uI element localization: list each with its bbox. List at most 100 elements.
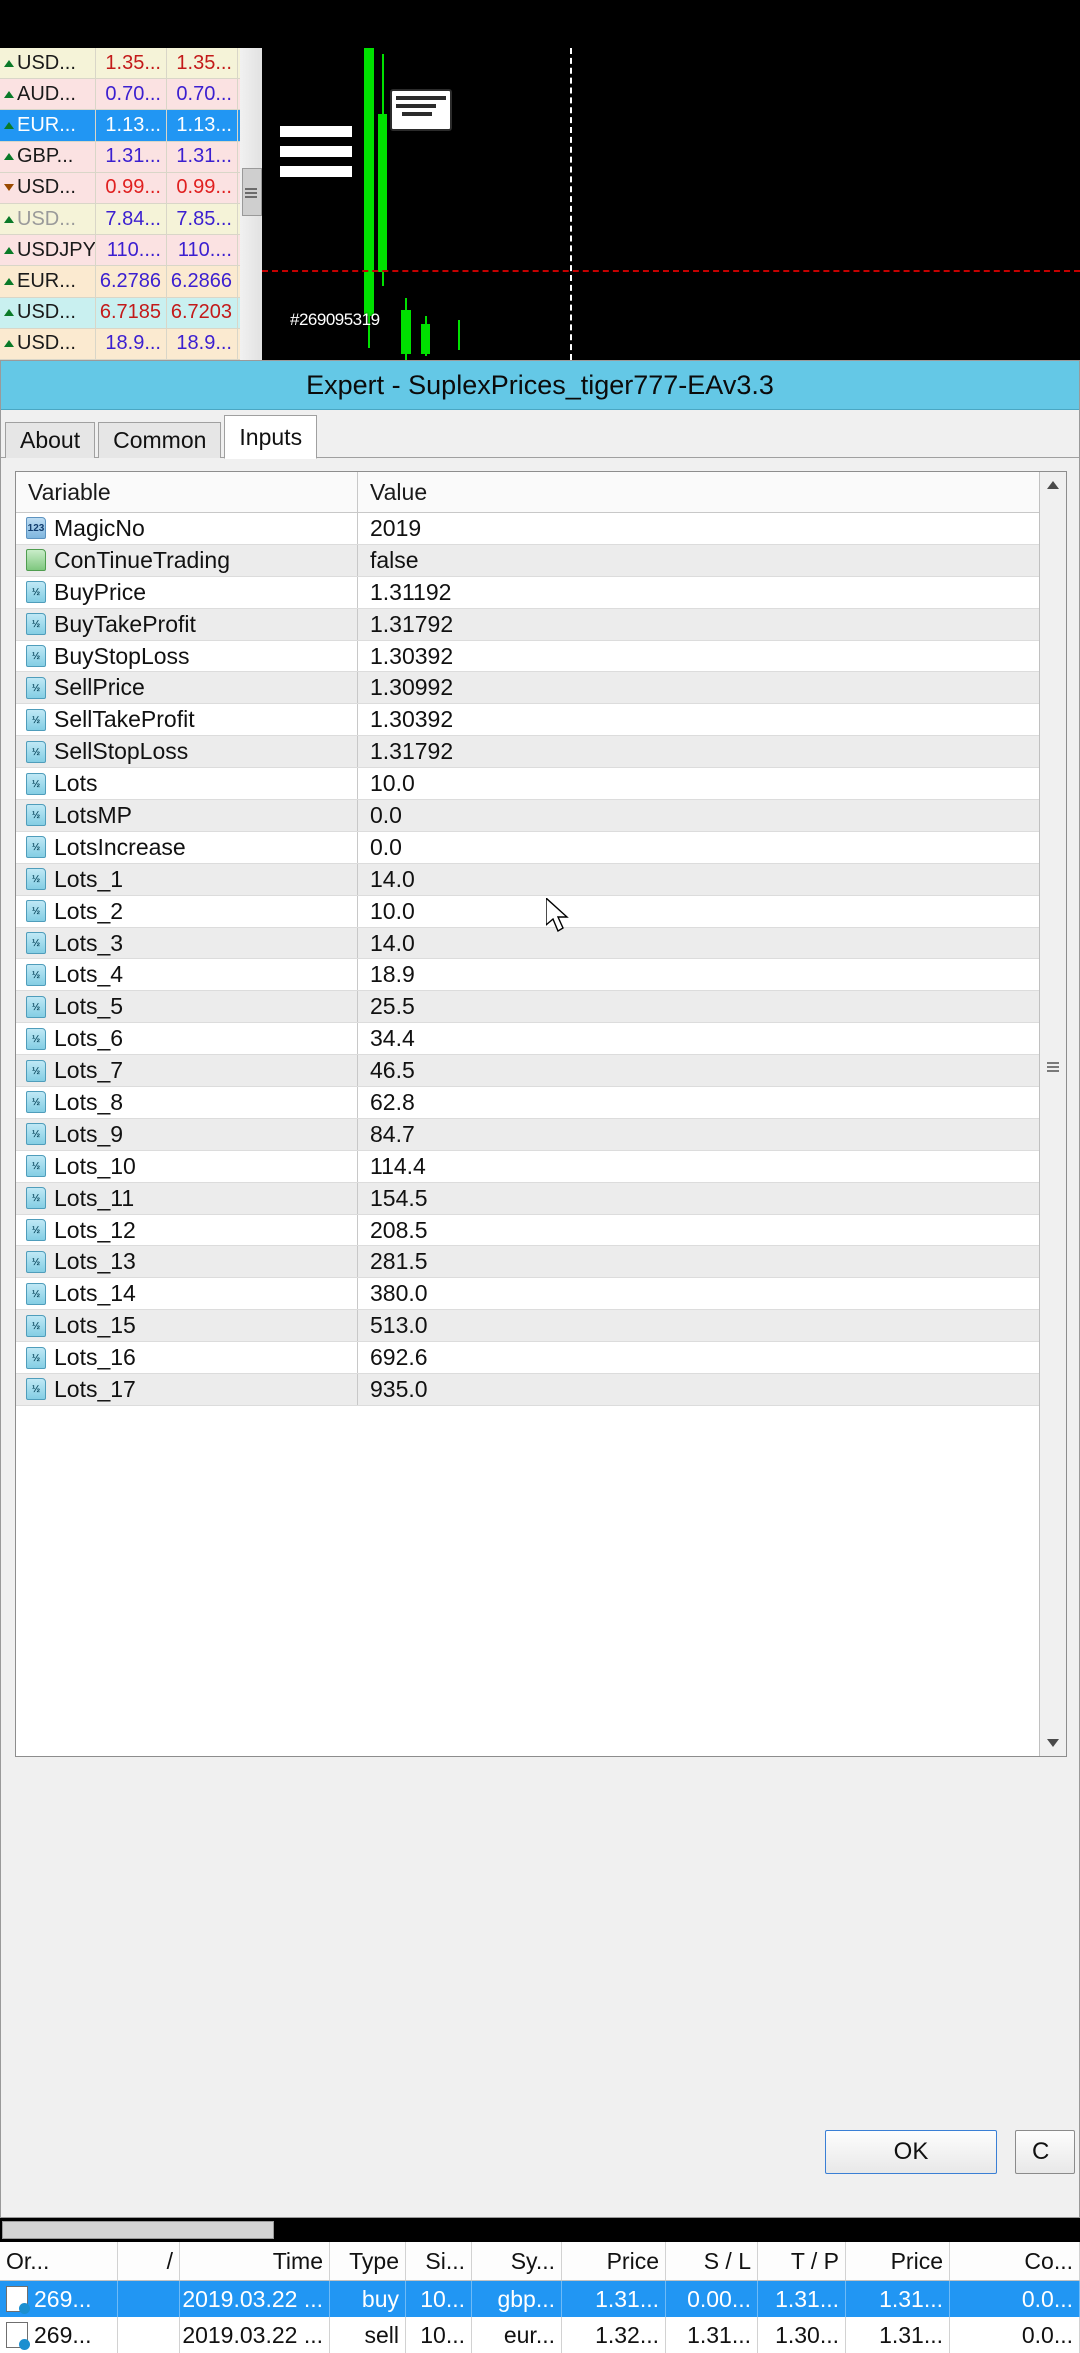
market-watch-row[interactable]: AUD...0.70...0.70... — [0, 79, 240, 110]
scrollbar-thumb[interactable] — [242, 168, 262, 216]
value-cell[interactable]: 513.0 — [358, 1310, 1039, 1341]
table-row[interactable]: ½LotsMP0.0 — [16, 800, 1039, 832]
value-cell[interactable]: 0.0 — [358, 832, 1039, 863]
market-watch-row[interactable]: USD...6.71856.7203 — [0, 298, 240, 329]
table-row[interactable]: ½SellTakeProfit1.30392 — [16, 704, 1039, 736]
table-row[interactable]: ConTinueTradingfalse — [16, 545, 1039, 577]
value-cell[interactable]: 1.30392 — [358, 641, 1039, 672]
table-row[interactable]: ½Lots_862.8 — [16, 1087, 1039, 1119]
value-cell[interactable]: 1.31792 — [358, 609, 1039, 640]
scrollbar-thumb[interactable] — [2, 2221, 274, 2239]
cancel-button[interactable]: C — [1015, 2130, 1075, 2174]
value-cell[interactable]: 208.5 — [358, 1215, 1039, 1246]
keyboard-icon[interactable] — [390, 89, 452, 131]
table-row[interactable]: ½Lots_114.0 — [16, 864, 1039, 896]
table-row[interactable]: 269...2019.03.22 ...buy10...gbp...1.31..… — [0, 2281, 1080, 2317]
scrollbar-grip-icon[interactable] — [1047, 1062, 1059, 1064]
terminal-column-header[interactable]: T / P — [758, 2242, 846, 2280]
terminal-column-header[interactable]: Price — [846, 2242, 950, 2280]
market-watch-row[interactable]: EUR...6.27866.2866 — [0, 266, 240, 297]
table-row[interactable]: 123MagicNo2019 — [16, 513, 1039, 545]
table-row[interactable]: ½BuyPrice1.31192 — [16, 577, 1039, 609]
value-cell[interactable]: 14.0 — [358, 928, 1039, 959]
table-row[interactable]: ½BuyTakeProfit1.31792 — [16, 609, 1039, 641]
table-row[interactable]: ½Lots_418.9 — [16, 959, 1039, 991]
table-row[interactable]: ½BuyStopLoss1.30392 — [16, 641, 1039, 673]
terminal-table-body[interactable]: 269...2019.03.22 ...buy10...gbp...1.31..… — [0, 2281, 1080, 2353]
price-chart[interactable]: #269095319 — [262, 48, 1080, 360]
hamburger-menu-icon[interactable] — [280, 126, 352, 177]
tab-about[interactable]: About — [5, 422, 95, 458]
tab-inputs[interactable]: Inputs — [224, 415, 317, 459]
value-cell[interactable]: 1.31192 — [358, 577, 1039, 608]
table-row[interactable]: ½Lots_984.7 — [16, 1119, 1039, 1151]
value-cell[interactable]: 380.0 — [358, 1278, 1039, 1309]
table-row[interactable]: ½Lots_746.5 — [16, 1055, 1039, 1087]
table-row[interactable]: ½SellStopLoss1.31792 — [16, 736, 1039, 768]
inputs-grid-body[interactable]: 123MagicNo2019ConTinueTradingfalse½BuyPr… — [16, 513, 1039, 1406]
inputs-grid[interactable]: Variable Value 123MagicNo2019ConTinueTra… — [16, 472, 1039, 1756]
value-cell[interactable]: 14.0 — [358, 864, 1039, 895]
scroll-down-arrow-icon[interactable] — [1040, 1730, 1066, 1756]
tab-common[interactable]: Common — [98, 422, 221, 458]
value-cell[interactable]: 46.5 — [358, 1055, 1039, 1086]
value-cell[interactable]: false — [358, 545, 1039, 576]
market-watch-row[interactable]: GBP...1.31...1.31... — [0, 142, 240, 173]
value-cell[interactable]: 154.5 — [358, 1183, 1039, 1214]
value-cell[interactable]: 281.5 — [358, 1246, 1039, 1277]
terminal-horizontal-scrollbar[interactable] — [0, 2218, 1080, 2242]
terminal-trade-panel[interactable]: Or.../TimeTypeSi...Sy...PriceS / LT / PP… — [0, 2218, 1080, 2340]
value-cell[interactable]: 34.4 — [358, 1023, 1039, 1054]
terminal-column-header[interactable]: Co... — [950, 2242, 1080, 2280]
market-watch-panel[interactable]: USD...1.35...1.35...AUD...0.70...0.70...… — [0, 48, 241, 360]
dialog-tabstrip[interactable]: AboutCommonInputs — [1, 410, 1079, 458]
value-cell[interactable]: 18.9 — [358, 959, 1039, 990]
table-row[interactable]: 269...2019.03.22 ...sell10...eur...1.32.… — [0, 2317, 1080, 2353]
table-row[interactable]: ½SellPrice1.30992 — [16, 672, 1039, 704]
table-row[interactable]: ½Lots10.0 — [16, 768, 1039, 800]
value-cell[interactable]: 2019 — [358, 513, 1039, 544]
table-row[interactable]: ½Lots_314.0 — [16, 928, 1039, 960]
table-row[interactable]: ½Lots_10114.4 — [16, 1151, 1039, 1183]
market-watch-row[interactable]: USD...1.35...1.35... — [0, 48, 240, 79]
table-row[interactable]: ½Lots_17935.0 — [16, 1374, 1039, 1406]
value-cell[interactable]: 935.0 — [358, 1374, 1039, 1405]
inputs-vertical-scrollbar[interactable] — [1039, 472, 1066, 1756]
value-cell[interactable]: 1.30992 — [358, 672, 1039, 703]
table-row[interactable]: ½Lots_634.4 — [16, 1023, 1039, 1055]
market-watch-row[interactable]: USD...0.99...0.99... — [0, 173, 240, 204]
table-row[interactable]: ½Lots_14380.0 — [16, 1278, 1039, 1310]
table-row[interactable]: ½Lots_210.0 — [16, 896, 1039, 928]
value-cell[interactable]: 84.7 — [358, 1119, 1039, 1150]
value-cell[interactable]: 692.6 — [358, 1342, 1039, 1373]
value-cell[interactable]: 114.4 — [358, 1151, 1039, 1182]
table-row[interactable]: ½Lots_13281.5 — [16, 1246, 1039, 1278]
value-cell[interactable]: 25.5 — [358, 991, 1039, 1022]
value-cell[interactable]: 1.31792 — [358, 736, 1039, 767]
terminal-column-header[interactable]: / — [118, 2242, 180, 2280]
market-watch-vertical-scrollbar[interactable] — [240, 48, 263, 360]
value-cell[interactable]: 1.30392 — [358, 704, 1039, 735]
scroll-up-arrow-icon[interactable] — [1040, 472, 1066, 498]
value-cell[interactable]: 0.0 — [358, 800, 1039, 831]
table-row[interactable]: ½Lots_525.5 — [16, 991, 1039, 1023]
value-cell[interactable]: 10.0 — [358, 768, 1039, 799]
inputs-table[interactable]: Variable Value 123MagicNo2019ConTinueTra… — [15, 471, 1067, 1757]
market-watch-row[interactable]: EUR...1.13...1.13... — [0, 110, 240, 141]
terminal-table-header[interactable]: Or.../TimeTypeSi...Sy...PriceS / LT / PP… — [0, 2242, 1080, 2281]
table-row[interactable]: ½Lots_16692.6 — [16, 1342, 1039, 1374]
table-row[interactable]: ½LotsIncrease0.0 — [16, 832, 1039, 864]
table-row[interactable]: ½Lots_15513.0 — [16, 1310, 1039, 1342]
value-cell[interactable]: 62.8 — [358, 1087, 1039, 1118]
terminal-column-header[interactable]: Time — [180, 2242, 330, 2280]
market-watch-row[interactable]: USD...18.9...18.9... — [0, 329, 240, 360]
terminal-column-header[interactable]: Price — [562, 2242, 666, 2280]
terminal-column-header[interactable]: Sy... — [472, 2242, 562, 2280]
table-row[interactable]: ½Lots_12208.5 — [16, 1215, 1039, 1247]
terminal-column-header[interactable]: Si... — [406, 2242, 472, 2280]
terminal-column-header[interactable]: S / L — [666, 2242, 758, 2280]
value-cell[interactable]: 10.0 — [358, 896, 1039, 927]
terminal-column-header[interactable]: Or... — [0, 2242, 118, 2280]
market-watch-row[interactable]: USDJPY110....110.... — [0, 235, 240, 266]
market-watch-row[interactable]: USD...7.84...7.85... — [0, 204, 240, 235]
